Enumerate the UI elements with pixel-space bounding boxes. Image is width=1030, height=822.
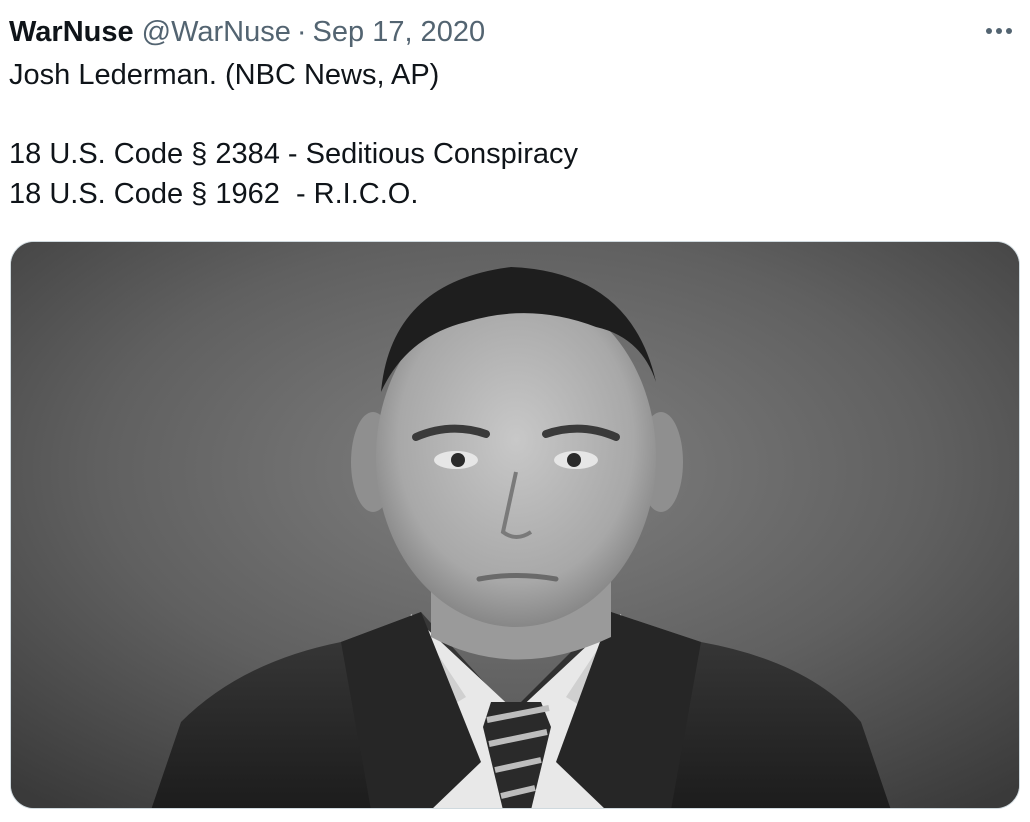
tweet-date[interactable]: Sep 17, 2020 [313,16,486,49]
display-name[interactable]: WarNuse [9,16,134,49]
tweet-text-line: 18 U.S. Code § 2384 - Seditious Conspira… [9,138,579,170]
tweet-text-line [9,96,578,136]
tweet-text-line: Josh Lederman. (NBC News, AP) [9,59,440,91]
separator-dot: · [296,15,307,48]
tweet-text-line: 18 U.S. Code § 1962 - R.I.C.O. [9,177,419,210]
user-handle[interactable]: @WarNuse [142,16,291,49]
portrait-image [11,242,1019,808]
tweet-text: Josh Lederman. (NBC News, AP) 18 U.S. Co… [9,56,578,214]
more-options-button[interactable] [982,14,1016,48]
tweet-header: WarNuse @WarNuse · Sep 17, 2020 [9,12,485,52]
tweet-photo[interactable] [10,241,1020,809]
tweet[interactable]: WarNuse @WarNuse · Sep 17, 2020 Josh Led… [0,0,1030,822]
more-horizontal-icon [986,28,1012,34]
